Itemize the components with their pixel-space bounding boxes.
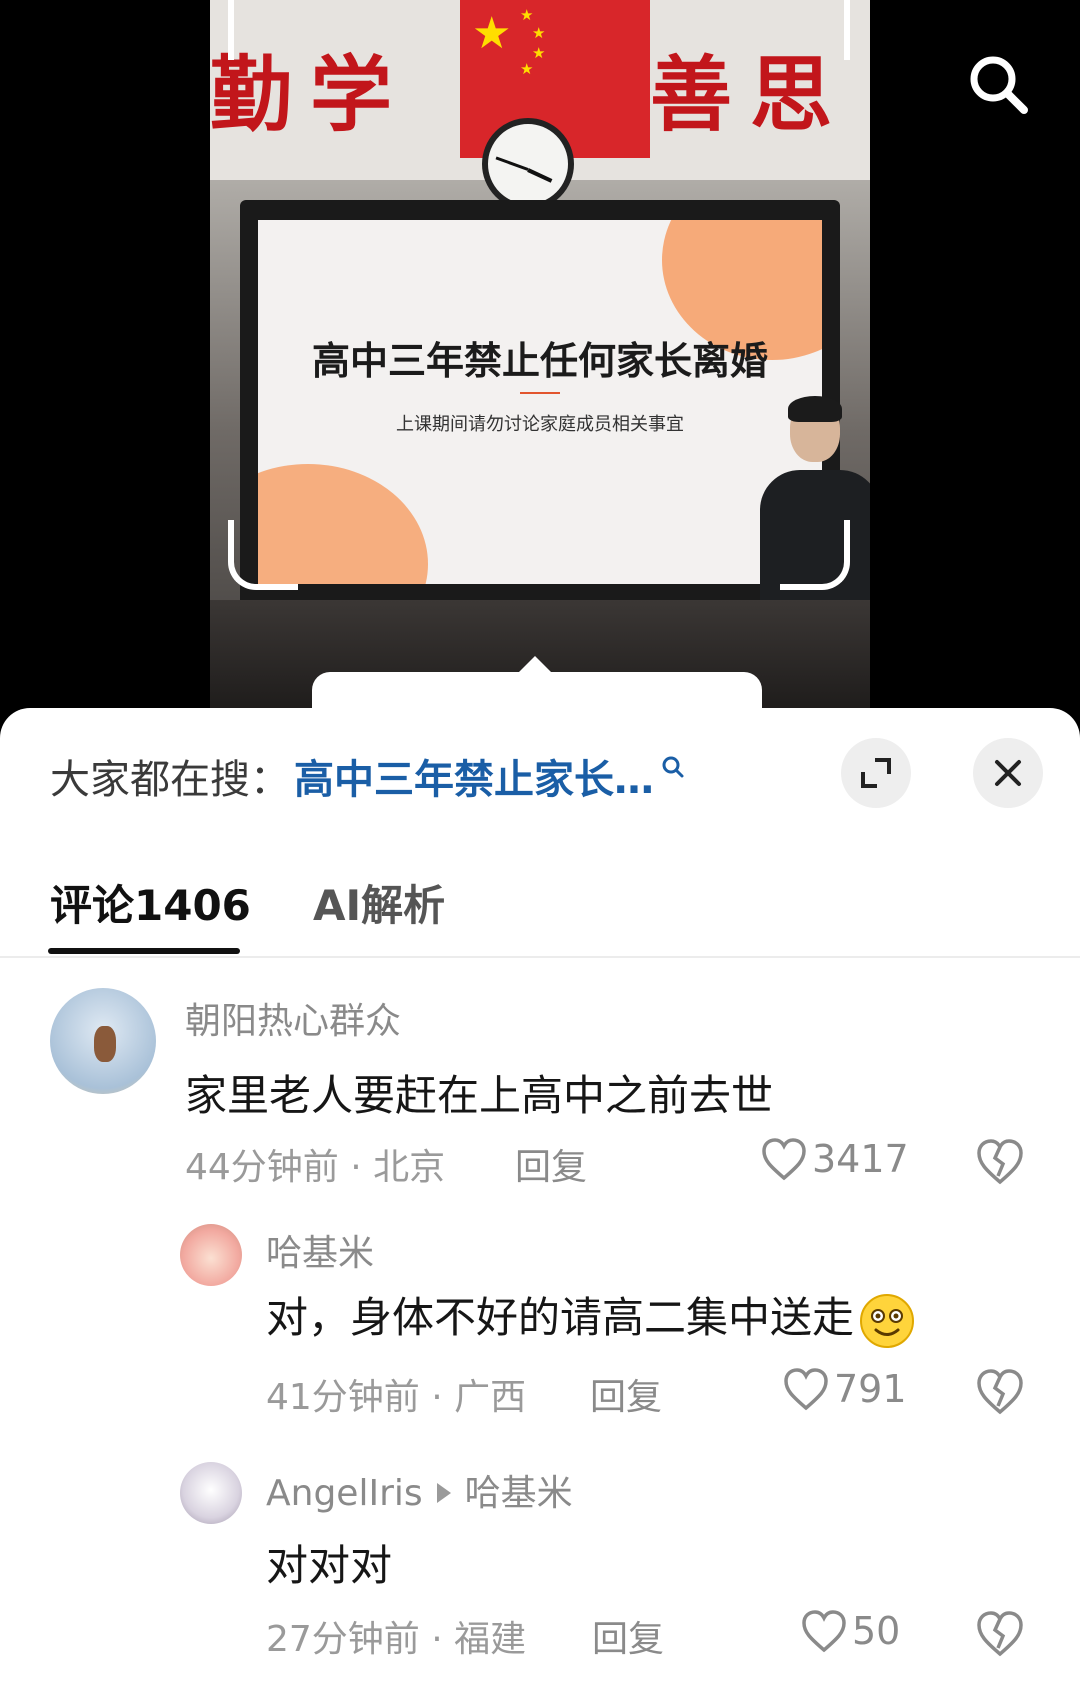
like-count: 50 [852,1609,901,1653]
video-frame: 勤学 善思 ★ ★ ★ ★ ★ 高中三年禁止任何家长离婚 上课期间请勿讨论家庭成… [210,0,870,720]
broken-heart-icon[interactable] [974,1608,1026,1660]
reply-to-username[interactable]: 哈基米 [465,1473,573,1514]
trending-search-row[interactable]: 大家都在搜： 高中三年禁止家长… [50,746,686,806]
search-icon [662,756,684,778]
comment-username-row: AngelIris 哈基米 [266,1464,573,1516]
slide-title: 高中三年禁止任何家长离婚 [311,339,768,383]
comment-location: 北京 [373,1147,446,1188]
expand-icon [861,758,891,788]
comment-text: 对，身体不好的请高二集中送走 [266,1284,916,1350]
comment-location: 福建 [454,1619,527,1660]
presentation-slide: 高中三年禁止任何家长离婚 上课期间请勿讨论家庭成员相关事宜 [258,220,822,584]
slide-subtitle: 上课期间请勿讨论家庭成员相关事宜 [396,414,684,435]
comment-meta: 27分钟前 · 福建 [266,1610,526,1662]
meta-separator: · [431,1377,455,1418]
trending-search-label: 大家都在搜： [50,757,290,803]
trending-search-query[interactable]: 高中三年禁止家长… [294,747,654,805]
comment-text: 家里老人要赶在上高中之前去世 [185,1071,774,1120]
scan-corner-top-left [228,0,298,60]
comment-meta: 41分钟前 · 广西 [266,1368,526,1420]
tab-ai-analysis[interactable]: AI解析 [313,872,445,933]
comment-username[interactable]: 哈基米 [266,1224,374,1276]
heart-icon [762,1138,806,1181]
tab-comments[interactable]: 评论1406 [50,872,251,933]
smiling-face-emoji-icon [860,1293,915,1348]
comment-username[interactable]: AngelIris [266,1473,423,1514]
like-count: 791 [834,1367,907,1411]
reply-button[interactable]: 回复 [592,1610,664,1662]
comment-time: 41分钟前 [266,1377,420,1418]
meta-separator: · [431,1619,455,1660]
avatar[interactable] [50,988,156,1094]
like-button[interactable]: 50 [800,1608,900,1654]
comment-time: 44分钟前 [185,1147,339,1188]
avatar[interactable] [180,1462,242,1524]
reply-arrow-icon [436,1483,451,1503]
heart-icon [802,1610,846,1653]
comment-username[interactable]: 朝阳热心群众 [185,992,401,1044]
reply-button[interactable]: 回复 [590,1368,662,1420]
heart-icon [784,1368,828,1411]
comment-time: 27分钟前 [266,1619,420,1660]
comment-location: 广西 [454,1377,527,1418]
wall-clock [482,118,574,210]
reply-button[interactable]: 回复 [515,1138,587,1190]
comment-text: 对对对 [266,1541,393,1590]
scan-corner-bottom-right [780,520,850,590]
broken-heart-icon[interactable] [974,1366,1026,1418]
meta-separator: · [350,1147,374,1188]
close-button[interactable] [973,738,1043,808]
slide-divider [520,392,560,394]
comment-text-content: 对，身体不好的请高二集中送走 [266,1293,855,1342]
like-count: 3417 [812,1137,909,1181]
search-icon[interactable] [962,48,1034,120]
broken-heart-icon[interactable] [974,1136,1026,1188]
active-tab-indicator [48,948,240,954]
avatar[interactable] [180,1224,242,1286]
comments-sheet: 大家都在搜： 高中三年禁止家长… 评论1406 AI解析 朝阳热心群众 家里老人… [0,708,1080,1681]
scan-corner-bottom-left [228,520,298,590]
comment-meta: 44分钟前 · 北京 [185,1138,445,1190]
like-button[interactable]: 791 [782,1366,907,1412]
scan-corner-top-right [780,0,850,60]
expand-button[interactable] [841,738,911,808]
tab-bar: 评论1406 AI解析 [0,858,1080,958]
close-icon [995,760,1021,786]
like-button[interactable]: 3417 [760,1136,909,1182]
video-player[interactable]: 勤学 善思 ★ ★ ★ ★ ★ 高中三年禁止任何家长离婚 上课期间请勿讨论家庭成… [0,0,1080,732]
